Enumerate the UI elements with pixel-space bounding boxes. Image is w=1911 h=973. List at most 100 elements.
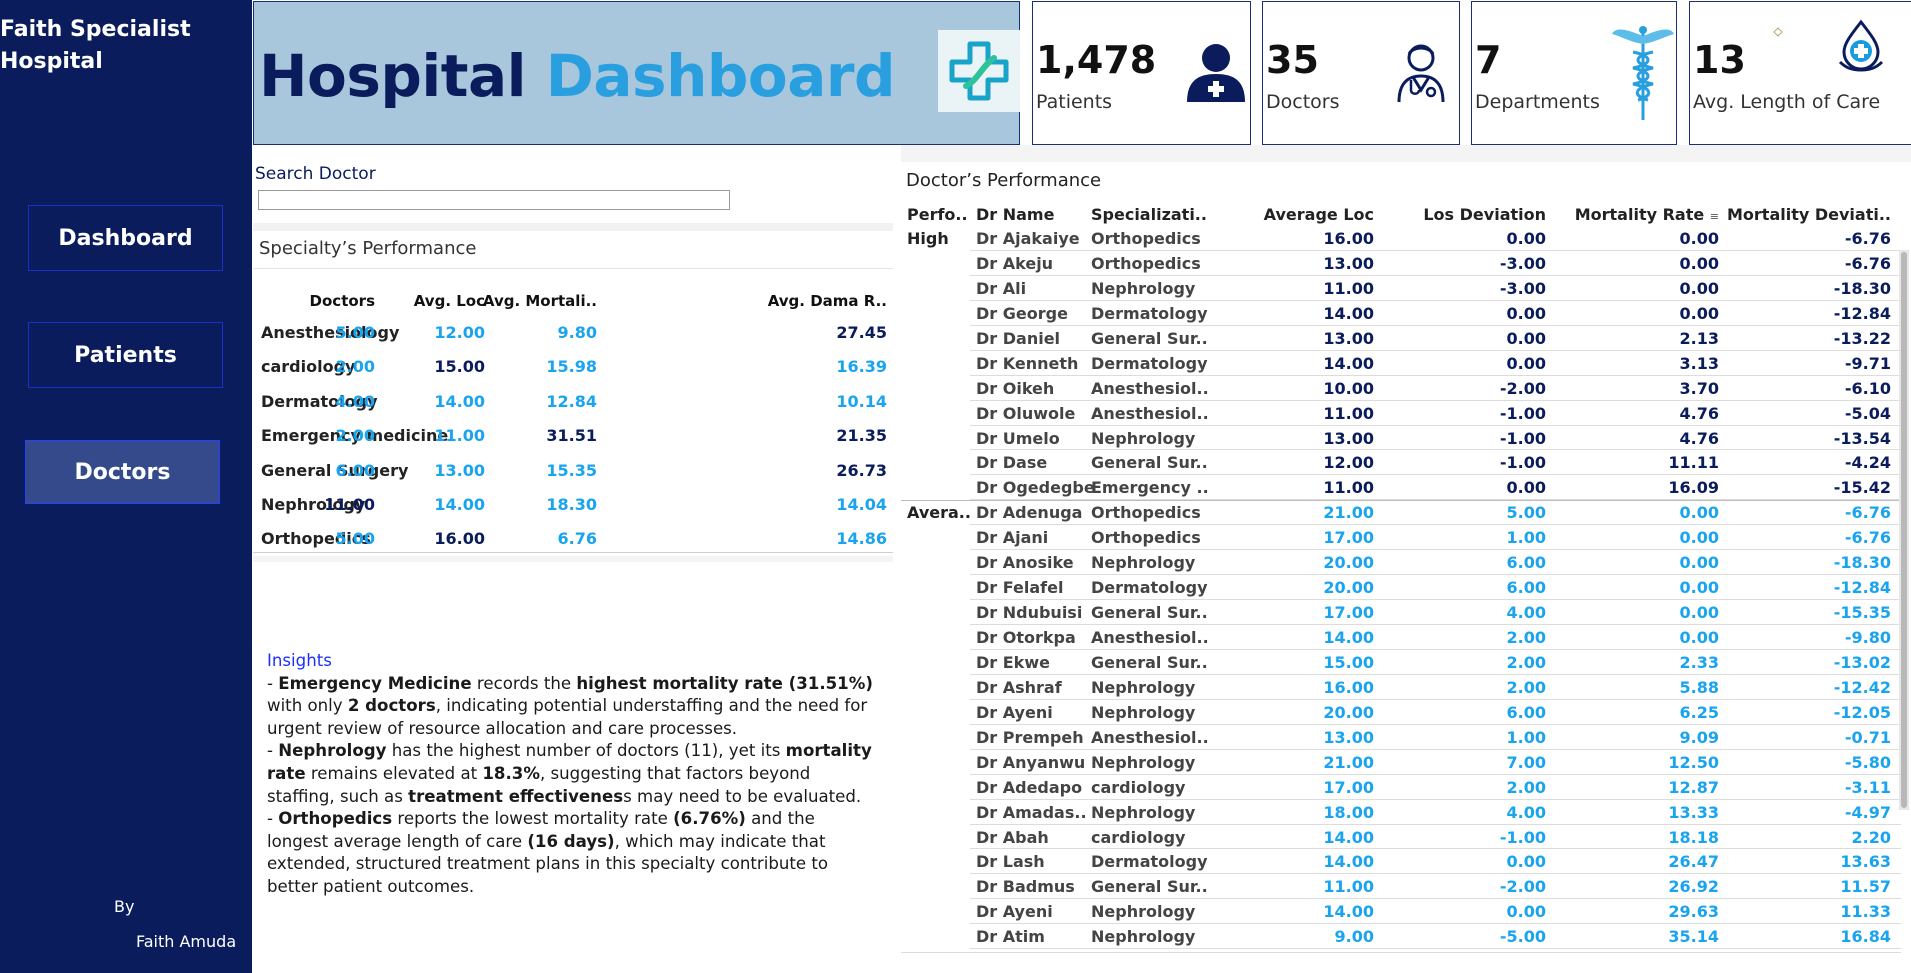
specialty-row[interactable]: Nephrology 11.00 14.00 18.30 14.04 [253,488,893,522]
doctor-row[interactable]: Dr Otorkpa Anesthesiol.. 14.00 2.00 0.00 -9.8… [901,625,1901,650]
performance-group-label: High [907,229,949,248]
doctor-row[interactable]: Dr Ali Nephrology 11.00 -3.00 0.00 -18.30 [901,276,1901,301]
doctor-cell-loc: 10.00 [1323,378,1374,398]
doctor-cell-name: Dr Ajakaiye [976,229,1080,248]
doctor-row[interactable]: Dr Ayeni Nephrology 20.00 6.00 6.25 -12.05 [901,700,1901,725]
doctor-cell-dev: 4.00 [1506,603,1546,623]
doctor-cell-loc: 13.00 [1323,727,1374,747]
doctor-cell-mort: 11.11 [1668,453,1719,473]
doctor-cell-spec: Anesthesiol.. [1091,403,1209,423]
doctor-row[interactable]: Dr Daniel General Sur.. 13.00 0.00 2.13 -13.2… [901,326,1901,351]
search-doctor-input[interactable] [258,190,730,210]
doctor-cell-name: Dr Prempeh [976,727,1084,747]
nav-patients-button[interactable]: Patients [28,322,223,388]
doctor-row[interactable]: Dr Oluwole Anesthesiol.. 11.00 -1.00 4.76 -5.… [901,401,1901,426]
specialty-cell-avg-dama: 21.35 [836,426,887,446]
specialty-cell-doctors: 2.00 [335,426,375,446]
doctor-cell-name: Dr Abah [976,827,1049,847]
doctor-cell-spec: Nephrology [1091,802,1196,822]
insight-text: - [267,741,279,761]
author-name: Faith Amuda [136,932,237,951]
doctor-row[interactable]: Dr Ayeni Nephrology 14.00 0.00 29.63 11.33 [901,899,1901,925]
doctor-row[interactable]: High Dr Ajakaiye Orthopedics 16.00 0.00 0.00 -… [901,226,1901,251]
kpi-patients-value: 1,478 [1036,38,1157,82]
doctor-row[interactable]: Dr George Dermatology 14.00 0.00 0.00 -12.84 [901,301,1901,326]
insight-text: - [267,809,279,829]
row-divider [970,948,1901,950]
nav-doctors-button[interactable]: Doctors [25,440,220,504]
doctor-cell-mdev: -12.84 [1833,578,1891,598]
doctor-cell-loc: 11.00 [1323,278,1374,298]
header-doctors[interactable]: Doctors [310,286,375,316]
doctor-cell-spec: Orthopedics [1091,503,1201,523]
specialty-cell-avg-loc: 11.00 [434,426,485,446]
header-average-loc[interactable]: Average Loc [1264,203,1374,227]
header-los-deviation[interactable]: Los Deviation [1423,203,1546,227]
medical-drop-icon [1836,18,1886,76]
header-dr-name[interactable]: Dr Name [976,203,1054,227]
kpi-departments-value: 7 [1475,38,1502,82]
doctor-cell-mort: 0.00 [1679,528,1719,548]
doctor-cell-dev: 6.00 [1506,553,1546,573]
doctor-cell-spec: Nephrology [1091,902,1196,922]
doctor-row[interactable]: Dr Ashraf Nephrology 16.00 2.00 5.88 -12.42 [901,675,1901,700]
doctor-cell-name: Dr Oikeh [976,378,1055,398]
header-specialization[interactable]: Specializati.. [1091,203,1207,227]
doctor-cell-mort: 0.00 [1679,303,1719,323]
header-mortality-deviation[interactable]: Mortality Deviati.. [1727,203,1891,227]
header-avg-loc[interactable]: Avg. Loc [414,286,485,316]
specialty-row[interactable]: General Surgery 6.00 13.00 15.35 26.73 [253,454,893,488]
specialty-title-divider [253,268,893,269]
doctor-row[interactable]: Dr Adedapo cardiology 17.00 2.00 12.87 -3.11 [901,775,1901,800]
doctor-row[interactable]: Avera.. Dr Adenuga Orthopedics 21.00 5.00 0.0… [901,500,1901,526]
doctor-cell-spec: Nephrology [1091,677,1196,697]
doctor-row[interactable]: Dr Anosike Nephrology 20.00 6.00 0.00 -18.30 [901,550,1901,576]
header-performance[interactable]: Perfo.. [907,203,968,227]
doctor-row[interactable]: Dr Atim Nephrology 9.00 -5.00 35.14 16.84 [901,924,1901,950]
doctor-row[interactable]: Dr Prempeh Anesthesiol.. 13.00 1.00 9.09 -0.7… [901,725,1901,750]
doctor-cell-mort: 0.00 [1679,628,1719,647]
specialty-row[interactable]: cardiology 2.00 15.00 15.98 16.39 [253,350,893,384]
sort-icon[interactable]: ≡ [1710,210,1719,223]
doctor-cell-dev: -3.00 [1499,253,1546,273]
doctor-cell-dev: -1.00 [1499,827,1546,847]
specialty-cell-name: Anesthesiology [261,323,400,342]
doctor-cell-spec: Anesthesiol.. [1091,628,1209,647]
header-avg-dama-rate[interactable]: Avg. Dama R.. [768,286,887,316]
doctor-cell-dev: -3.00 [1499,278,1546,298]
doctor-cell-name: Dr Ekwe [976,652,1050,672]
doctor-cell-spec: Orthopedics [1091,528,1201,548]
kpi-patients-label: Patients [1036,91,1113,113]
doctor-row[interactable]: Dr Dase General Sur.. 12.00 -1.00 11.11 -4.24 [901,450,1901,476]
doctor-cell-name: Dr Oluwole [976,403,1076,423]
specialty-row[interactable]: Anesthesiology 5.00 12.00 9.80 27.45 [253,316,893,350]
doctor-table-scrollbar-thumb[interactable] [1901,252,1907,808]
doctor-row[interactable]: Dr Ogedegbe Emergency .. 11.00 0.00 16.09 -15… [901,475,1901,501]
doctor-row[interactable]: Dr Oikeh Anesthesiol.. 10.00 -2.00 3.70 -6.10 [901,376,1901,401]
specialty-cell-avg-dama: 10.14 [836,391,887,411]
insight-highlight: 2 doctors [347,696,436,716]
doctor-row[interactable]: Dr Umelo Nephrology 13.00 -1.00 4.76 -13.54 [901,426,1901,451]
doctor-row[interactable]: Dr Ajani Orthopedics 17.00 1.00 0.00 -6.76 [901,525,1901,551]
doctor-cell-mdev: -4.24 [1844,453,1891,473]
doctor-row[interactable]: Dr Amadas.. Nephrology 18.00 4.00 13.33 -4.97 [901,800,1901,825]
doctor-cell-mdev: -12.05 [1833,702,1891,722]
header-avg-mortality[interactable]: Avg. Mortali.. [483,286,597,316]
doctor-row[interactable]: Dr Anyanwu Nephrology 21.00 7.00 12.50 -5.80 [901,750,1901,775]
nav-dashboard-button[interactable]: Dashboard [28,205,223,271]
specialty-cell-avg-dama: 26.73 [836,460,887,480]
doctor-cell-mdev: -13.54 [1833,428,1891,448]
specialty-row[interactable]: Dermatology 4.00 14.00 12.84 10.14 [253,385,893,419]
doctor-row[interactable]: Dr Abah cardiology 14.00 -1.00 18.18 2.20 [901,825,1901,850]
doctor-row[interactable]: Dr Felafel Dermatology 20.00 6.00 0.00 -12.84 [901,575,1901,601]
doctor-row[interactable]: Dr Akeju Orthopedics 13.00 -3.00 0.00 -6.76 [901,251,1901,276]
doctor-row[interactable]: Dr Ekwe General Sur.. 15.00 2.00 2.33 -13.02 [901,650,1901,675]
doctor-row[interactable]: Dr Lash Dermatology 14.00 0.00 26.47 13.63 [901,849,1901,875]
doctor-row[interactable]: Dr Badmus General Sur.. 11.00 -2.00 26.92 11.… [901,874,1901,900]
doctor-row[interactable]: Dr Kenneth Dermatology 14.00 0.00 3.13 -9.71 [901,351,1901,376]
doctor-cell-loc: 11.00 [1323,403,1374,423]
specialty-row[interactable]: Emergency medicine 2.00 11.00 31.51 21.35 [253,419,893,453]
doctor-row[interactable]: Dr Ndubuisi General Sur.. 17.00 4.00 0.00 -15… [901,600,1901,625]
doctor-cell-mort: 29.63 [1668,902,1719,922]
hospital-name-line2: Hospital [0,49,103,74]
